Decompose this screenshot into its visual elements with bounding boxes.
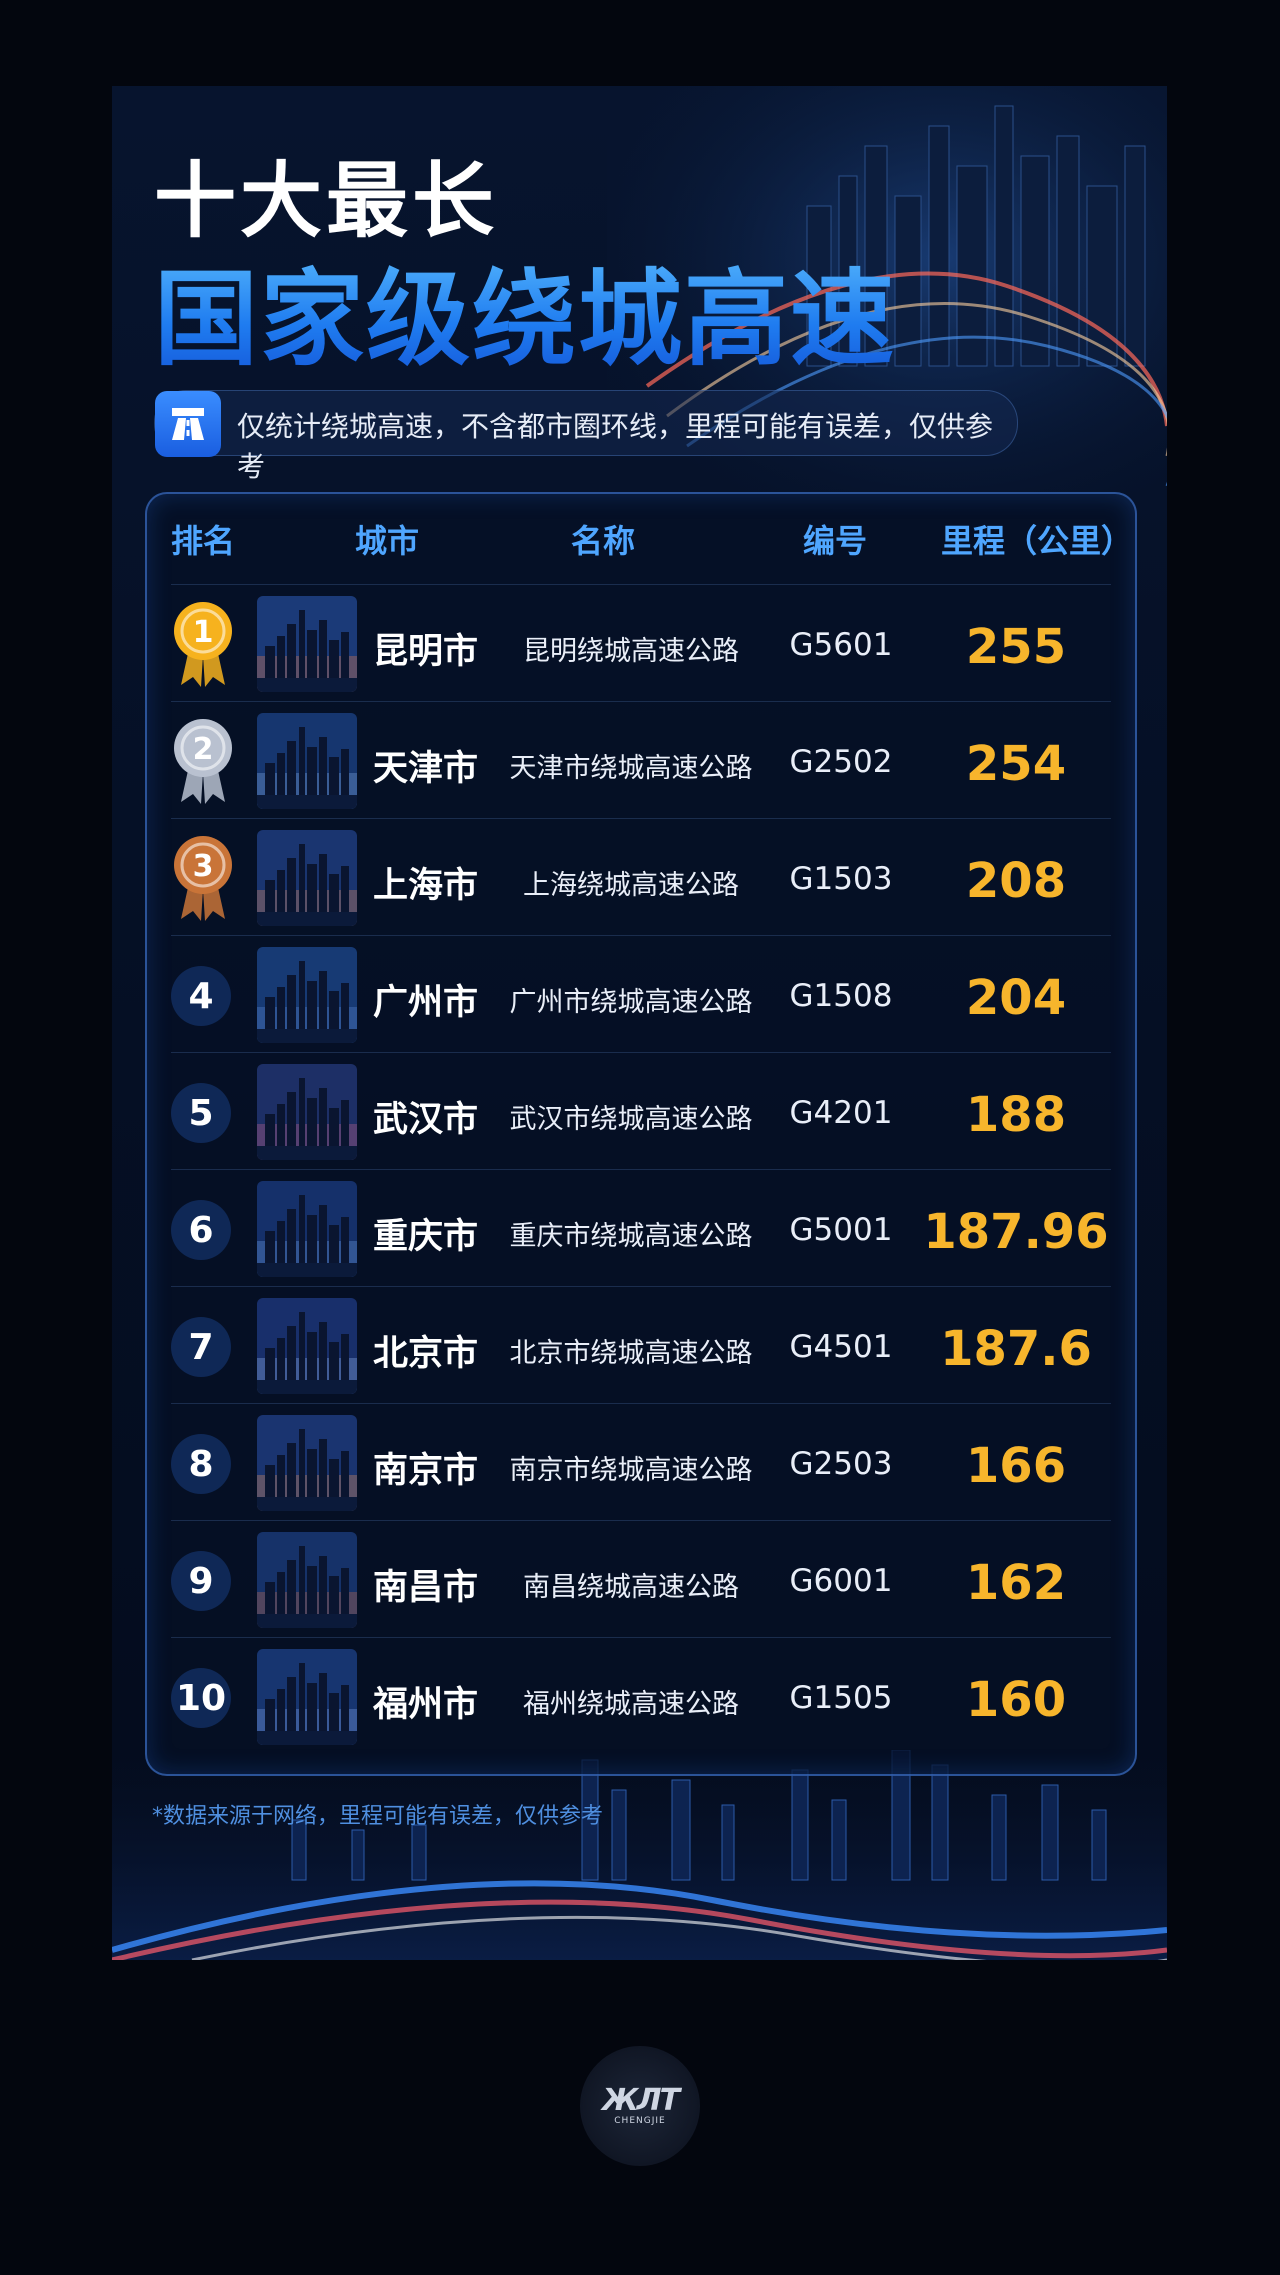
road-code: G1503 — [789, 861, 893, 897]
city-photo — [257, 713, 357, 809]
road-name: 重庆市绕城高速公路 — [509, 1221, 753, 1252]
road-code: G4501 — [789, 1329, 893, 1365]
header-name: 名称 — [571, 522, 636, 560]
city-name: 广州市 — [373, 983, 479, 1023]
title-line-2: 国家级绕城高速 — [154, 234, 896, 385]
logo-text: CHENGJIE — [614, 2116, 666, 2126]
road-code: G1505 — [789, 1680, 893, 1716]
rank-number: 3 — [193, 849, 214, 884]
table-row: 3 上海市 上海绕城高速公路 G1503 208 — [171, 818, 1111, 936]
road-length: 162 — [965, 1555, 1067, 1611]
table-row: 4 广州市 广州市绕城高速公路 G1508 204 — [171, 935, 1111, 1053]
header-city: 城市 — [355, 522, 420, 560]
road-name: 天津市绕城高速公路 — [509, 753, 753, 784]
header-code: 编号 — [803, 522, 868, 560]
night-highway-image — [112, 1750, 1167, 1960]
table-row: 6 重庆市 重庆市绕城高速公路 G5001 187.96 — [171, 1169, 1111, 1287]
note-text: 仅统计绕城高速，不含都市圈环线，里程可能有误差，仅供参考 — [237, 410, 994, 483]
road-length: 166 — [965, 1438, 1067, 1494]
rank-number: 7 — [171, 1317, 231, 1377]
footnote: *数据来源于网络，里程可能有误差，仅供参考 — [152, 1804, 604, 1829]
road-name: 广州市绕城高速公路 — [509, 987, 753, 1018]
road-length: 254 — [965, 736, 1067, 792]
rank-number: 10 — [171, 1668, 231, 1728]
road-length: 204 — [965, 970, 1067, 1026]
highway-icon — [155, 391, 221, 457]
city-photo — [257, 1064, 357, 1160]
poster: 十大最长 国家级绕城高速 仅统计绕城高速，不含都市圈环线，里程可能有误差，仅供参… — [112, 86, 1167, 1960]
road-length: 187.6 — [940, 1321, 1092, 1377]
city-photo — [257, 947, 357, 1043]
table-row: 10 福州市 福州绕城高速公路 G1505 160 — [171, 1637, 1111, 1755]
city-name: 重庆市 — [373, 1217, 479, 1257]
road-code: G4201 — [789, 1095, 893, 1131]
table-row: 7 北京市 北京市绕城高速公路 G4501 187.6 — [171, 1286, 1111, 1404]
road-length: 255 — [965, 619, 1067, 675]
road-code: G5001 — [789, 1212, 893, 1248]
city-photo — [257, 1532, 357, 1628]
road-name: 福州绕城高速公路 — [523, 1689, 739, 1720]
road-name: 武汉市绕城高速公路 — [509, 1104, 753, 1135]
city-photo — [257, 1181, 357, 1277]
header-km: 里程（公里） — [941, 522, 1134, 560]
city-name: 武汉市 — [373, 1100, 479, 1140]
city-photo — [257, 1298, 357, 1394]
brand-logo: ЖЛТ CHENGJIE — [580, 2046, 700, 2166]
road-name: 南昌绕城高速公路 — [523, 1572, 739, 1603]
note-bar: 仅统计绕城高速，不含都市圈环线，里程可能有误差，仅供参考 — [154, 390, 1018, 483]
city-photo — [257, 596, 357, 692]
road-name: 南京市绕城高速公路 — [509, 1455, 753, 1486]
road-code: G2503 — [789, 1446, 893, 1482]
city-photo — [257, 1415, 357, 1511]
gold-medal-icon: 1 — [174, 602, 232, 687]
city-name: 南京市 — [373, 1451, 479, 1491]
road-name: 昆明绕城高速公路 — [523, 636, 739, 667]
city-photo — [257, 830, 357, 926]
ranking-table: 排名 城市 名称 编号 里程（公里） 1 昆明市 昆明绕城高速公路 G5601 … — [145, 492, 1137, 1776]
road-code: G2502 — [789, 744, 893, 780]
table-row: 8 南京市 南京市绕城高速公路 G2503 166 — [171, 1403, 1111, 1521]
rank-number: 2 — [193, 732, 214, 767]
city-name: 昆明市 — [373, 632, 479, 672]
rank-number: 1 — [193, 615, 214, 650]
table-row: 2 天津市 天津市绕城高速公路 G2502 254 — [171, 701, 1111, 819]
city-name: 天津市 — [373, 749, 479, 789]
city-name: 福州市 — [373, 1685, 479, 1725]
city-photo — [257, 1649, 357, 1745]
silver-medal-icon: 2 — [174, 719, 232, 804]
city-name: 上海市 — [373, 866, 479, 906]
rank-number: 5 — [171, 1083, 231, 1143]
city-name: 北京市 — [373, 1334, 479, 1374]
rank-number: 9 — [171, 1551, 231, 1611]
road-name: 上海绕城高速公路 — [523, 870, 739, 901]
table-header: 排名 城市 名称 编号 里程（公里） — [147, 494, 1135, 584]
road-code: G5601 — [789, 627, 893, 663]
header-rank: 排名 — [171, 522, 236, 560]
bronze-medal-icon: 3 — [174, 836, 232, 921]
road-length: 187.96 — [923, 1204, 1109, 1260]
road-length: 160 — [965, 1672, 1067, 1728]
rank-number: 4 — [171, 966, 231, 1026]
city-name: 南昌市 — [373, 1568, 479, 1608]
road-name: 北京市绕城高速公路 — [509, 1338, 753, 1369]
road-length: 208 — [965, 853, 1067, 909]
rank-number: 8 — [171, 1434, 231, 1494]
rank-number: 6 — [171, 1200, 231, 1260]
road-code: G1508 — [789, 978, 893, 1014]
table-row: 1 昆明市 昆明绕城高速公路 G5601 255 — [171, 584, 1111, 702]
road-length: 188 — [965, 1087, 1067, 1143]
table-row: 9 南昌市 南昌绕城高速公路 G6001 162 — [171, 1520, 1111, 1638]
table-row: 5 武汉市 武汉市绕城高速公路 G4201 188 — [171, 1052, 1111, 1170]
logo-mark: ЖЛТ — [601, 2083, 680, 2118]
road-code: G6001 — [789, 1563, 893, 1599]
